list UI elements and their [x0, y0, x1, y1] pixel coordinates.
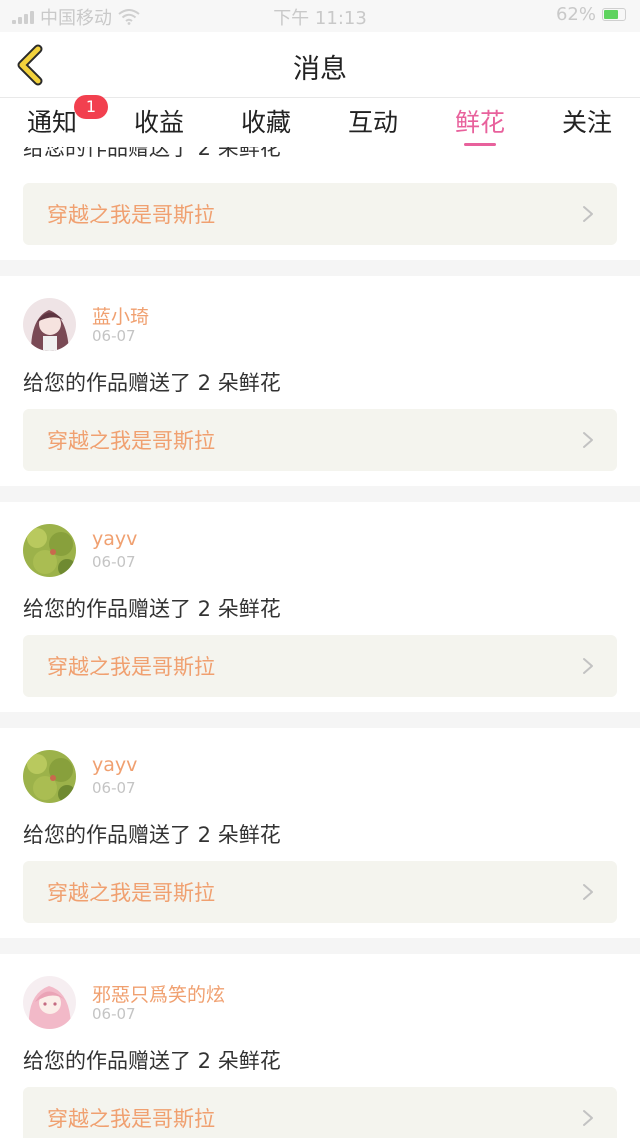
work-link[interactable]: 穿越之我是哥斯拉 [23, 1087, 617, 1138]
divider [0, 938, 640, 954]
tab-flowers[interactable]: 鲜花 [430, 103, 530, 146]
tab-label: 互动 [347, 108, 398, 137]
avatar[interactable] [23, 976, 76, 1029]
avatar[interactable] [23, 524, 76, 577]
tab-label: 关注 [561, 108, 612, 137]
status-bar: 中国移动 下午 11:13 62% [0, 0, 640, 32]
message-text: 给您的作品赠送了 2 朵鲜花 [23, 1049, 281, 1073]
list-item: yayv 06-07 给您的作品赠送了 2 朵鲜花 穿越之我是哥斯拉 [0, 728, 640, 938]
chevron-right-icon [583, 884, 593, 900]
chevron-right-icon [583, 206, 593, 222]
message-date: 06-07 [92, 553, 136, 571]
avatar[interactable] [23, 298, 76, 351]
work-title: 穿越之我是哥斯拉 [47, 655, 215, 679]
work-title: 穿越之我是哥斯拉 [47, 429, 215, 453]
chevron-right-icon [583, 432, 593, 448]
page-title: 消息 [293, 54, 347, 85]
tab-label: 收藏 [240, 108, 291, 137]
work-link[interactable]: 穿越之我是哥斯拉 [23, 183, 617, 245]
tab-following[interactable]: 关注 [537, 103, 637, 139]
work-title: 穿越之我是哥斯拉 [47, 1107, 215, 1131]
list-item: 邪惡只爲笑的炫 06-07 给您的作品赠送了 2 朵鲜花 穿越之我是哥斯拉 [0, 954, 640, 1138]
username[interactable]: 蓝小琦 [92, 302, 149, 329]
message-text: 给您的作品赠送了 2 朵鲜花 [23, 597, 281, 621]
list-item: 给您的作品赠送了 2 朵鲜花 穿越之我是哥斯拉 [0, 147, 640, 260]
divider [0, 260, 640, 276]
chevron-right-icon [583, 658, 593, 674]
notification-badge: 1 [74, 95, 108, 119]
work-title: 穿越之我是哥斯拉 [47, 881, 215, 905]
active-tab-indicator [464, 143, 496, 146]
tab-earnings[interactable]: 收益 [109, 103, 209, 139]
tab-interactions[interactable]: 互动 [323, 103, 423, 139]
avatar[interactable] [23, 750, 76, 803]
tab-label: 收益 [133, 108, 184, 137]
work-link[interactable]: 穿越之我是哥斯拉 [23, 861, 617, 923]
battery-percent: 62% [555, 4, 596, 25]
nav-bar: 消息 [0, 32, 640, 98]
message-list[interactable]: 给您的作品赠送了 2 朵鲜花 穿越之我是哥斯拉 蓝小琦 06-07 给您的作品赠… [0, 147, 640, 1138]
battery-icon [602, 8, 626, 21]
work-title: 穿越之我是哥斯拉 [47, 203, 215, 227]
message-date: 06-07 [92, 779, 136, 797]
message-text: 给您的作品赠送了 2 朵鲜花 [23, 371, 281, 395]
tab-notifications[interactable]: 通知 1 [2, 95, 108, 139]
message-date: 06-07 [92, 327, 136, 345]
message-text: 给您的作品赠送了 2 朵鲜花 [23, 147, 281, 160]
message-text: 给您的作品赠送了 2 朵鲜花 [23, 823, 281, 847]
list-item: yayv 06-07 给您的作品赠送了 2 朵鲜花 穿越之我是哥斯拉 [0, 502, 640, 712]
status-right: 62% [556, 4, 626, 25]
work-link[interactable]: 穿越之我是哥斯拉 [23, 409, 617, 471]
list-item: 蓝小琦 06-07 给您的作品赠送了 2 朵鲜花 穿越之我是哥斯拉 [0, 276, 640, 486]
tab-label: 鲜花 [454, 108, 505, 137]
status-time: 下午 11:13 [273, 8, 367, 29]
chevron-right-icon [583, 1110, 593, 1126]
divider [0, 712, 640, 728]
work-link[interactable]: 穿越之我是哥斯拉 [23, 635, 617, 697]
tab-label: 通知 [26, 108, 77, 137]
username[interactable]: yayv [92, 754, 137, 776]
tab-favorites[interactable]: 收藏 [216, 103, 316, 139]
message-date: 06-07 [92, 1005, 136, 1023]
tab-bar: 通知 1 收益 收藏 互动 鲜花 关注 [0, 95, 640, 147]
username[interactable]: 邪惡只爲笑的炫 [92, 980, 225, 1007]
username[interactable]: yayv [92, 528, 137, 550]
divider [0, 486, 640, 502]
